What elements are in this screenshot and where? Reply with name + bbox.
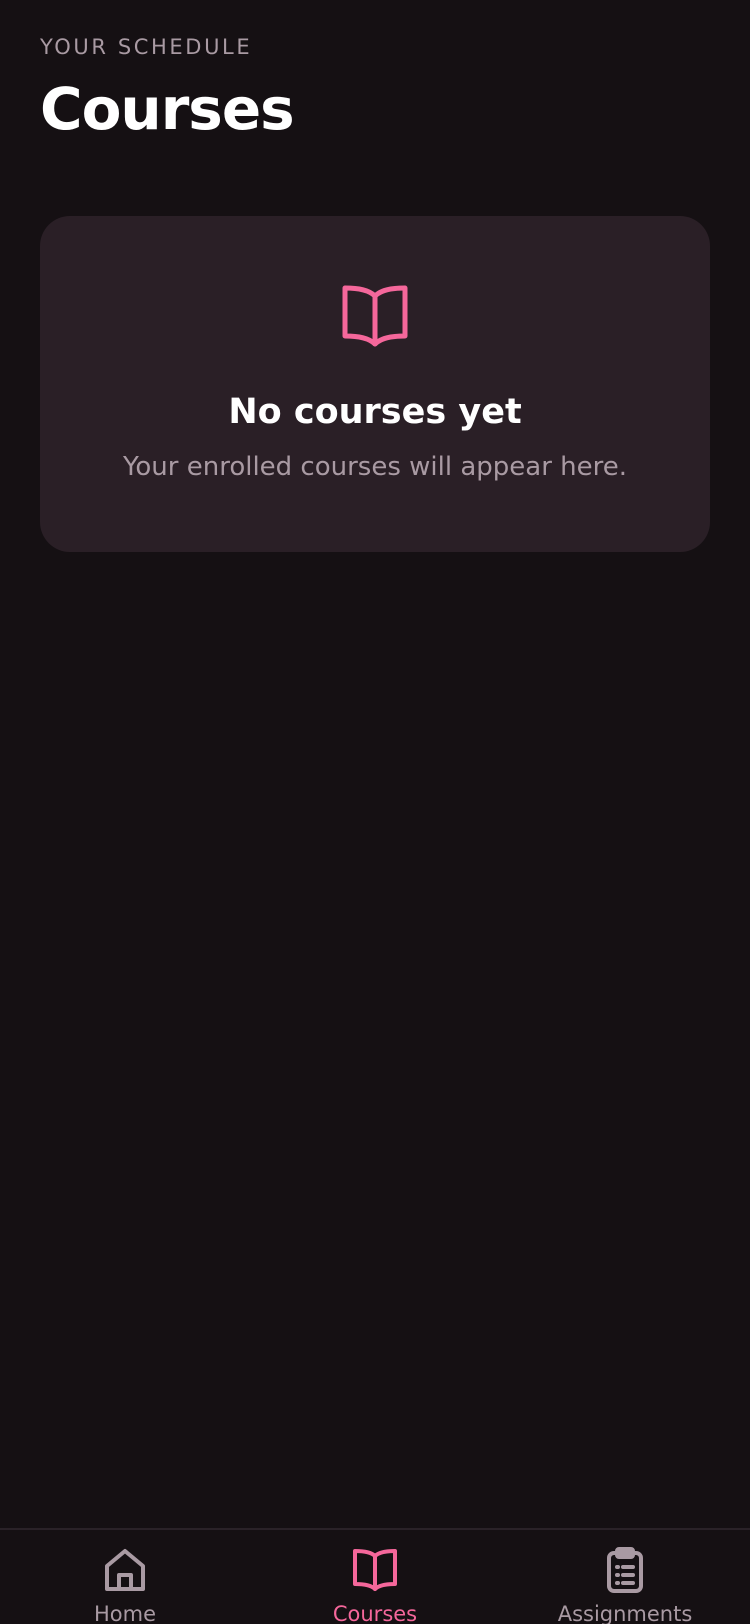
book-open-icon (342, 285, 408, 347)
bottom-tab-bar: Home Courses Assignments (0, 1528, 750, 1624)
empty-state-card: No courses yet Your enrolled courses wil… (40, 216, 710, 552)
tab-home[interactable]: Home (0, 1530, 250, 1624)
page-title: Courses (40, 75, 295, 143)
tab-courses[interactable]: Courses (250, 1530, 500, 1624)
page-eyebrow: YOUR SCHEDULE (40, 35, 253, 59)
empty-state-title: No courses yet (228, 392, 522, 432)
tab-assignments[interactable]: Assignments (500, 1530, 750, 1624)
clipboard-list-icon (607, 1547, 643, 1593)
empty-state-subtitle: Your enrolled courses will appear here. (122, 452, 628, 482)
home-icon (105, 1549, 145, 1591)
tab-home-label: Home (93, 1602, 156, 1624)
tab-assignments-label: Assignments (557, 1602, 693, 1624)
book-open-icon (353, 1549, 397, 1591)
tab-courses-label: Courses (332, 1602, 418, 1624)
page-header: YOUR SCHEDULE Courses (40, 32, 710, 144)
